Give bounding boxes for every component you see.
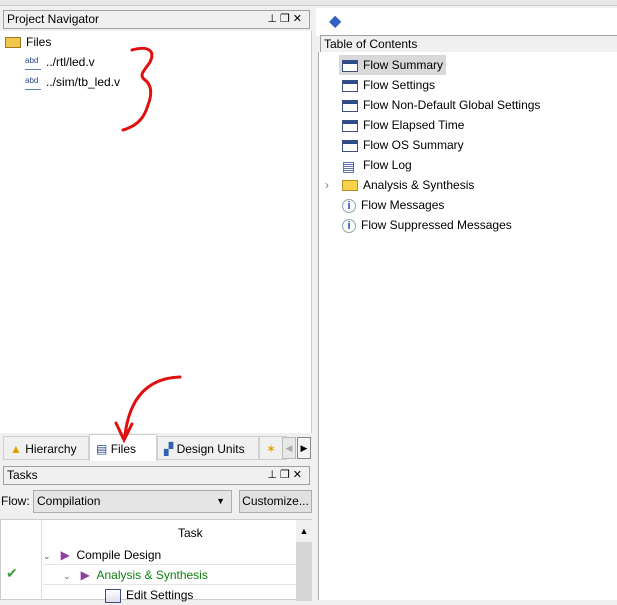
red-arrow-annotation [123,375,182,437]
red-brace-annotation [121,46,154,132]
annotation-overlay [114,46,182,444]
